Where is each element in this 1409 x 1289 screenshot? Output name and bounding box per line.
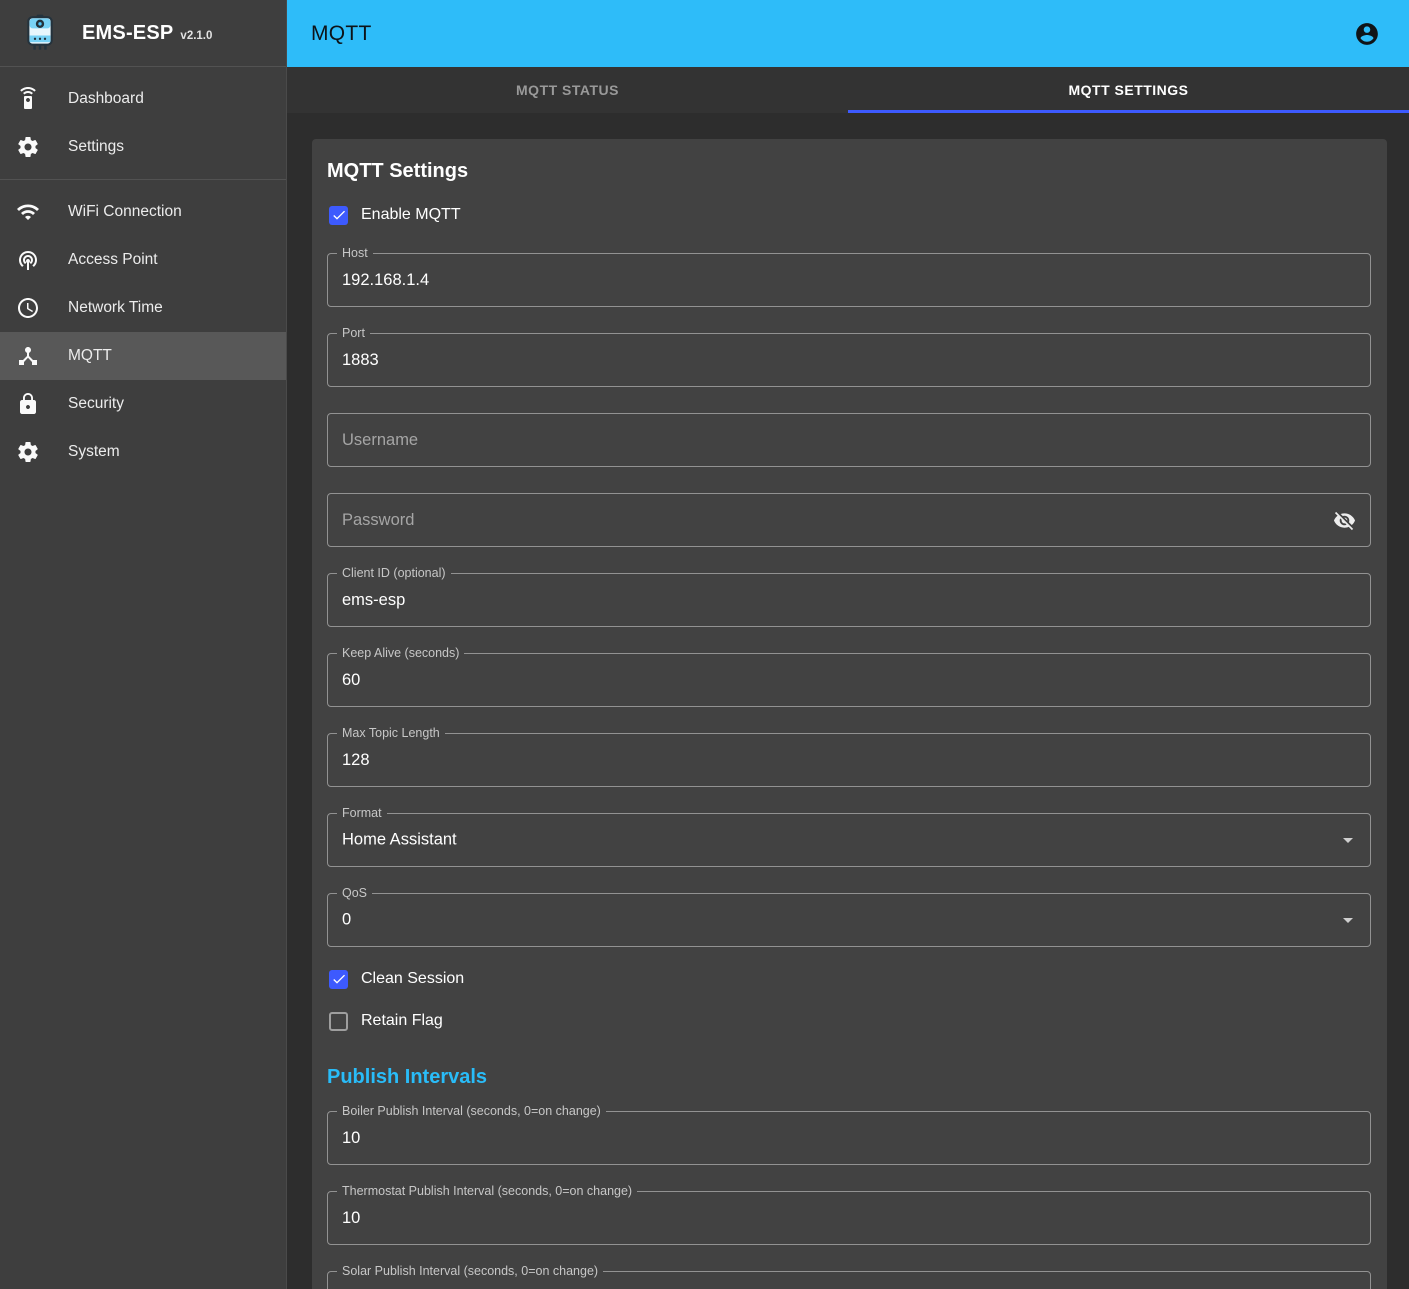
keep-alive-field: Keep Alive (seconds) [327, 653, 1371, 707]
field-label: Host [337, 246, 373, 261]
clock-icon [16, 296, 40, 320]
field-label: Client ID (optional) [337, 566, 451, 581]
account-circle-icon [1354, 21, 1380, 47]
sidebar-item-label: Access Point [68, 251, 158, 269]
brand-name: EMS-ESP [82, 22, 173, 45]
gear-icon [16, 440, 40, 464]
wifi-icon [16, 200, 40, 224]
sidebar-item-label: System [68, 443, 120, 461]
sidebar-header: EMS-ESP v2.1.0 [0, 0, 286, 67]
keep-alive-input[interactable] [328, 654, 1370, 706]
sidebar-item-security[interactable]: Security [0, 380, 286, 428]
qos-select[interactable]: QoS 0 [327, 893, 1371, 947]
sidebar-nav-secondary: WiFi Connection Access Point Network Tim… [0, 180, 286, 484]
qos-selected-value: 0 [342, 911, 351, 930]
field-label: Format [337, 806, 387, 821]
appbar: MQTT [287, 0, 1409, 67]
brand-version: v2.1.0 [180, 30, 212, 42]
wifi-tethering-icon [16, 248, 40, 272]
boiler-publish-interval-input[interactable] [328, 1112, 1370, 1164]
solar-publish-interval-field: Solar Publish Interval (seconds, 0=on ch… [327, 1271, 1371, 1289]
settings-remote-icon [16, 87, 40, 111]
toggle-password-visibility-button[interactable] [1328, 504, 1360, 536]
content-area: MQTT Settings Enable MQTT Host Port [287, 113, 1409, 1289]
chevron-down-icon [1343, 838, 1353, 843]
sidebar-item-label: Network Time [68, 299, 163, 317]
host-field: Host [327, 253, 1371, 307]
sidebar-item-system[interactable]: System [0, 428, 286, 476]
gear-icon [16, 135, 40, 159]
clean-session-checkbox-row[interactable]: Clean Session [327, 967, 1371, 991]
sidebar-item-label: MQTT [68, 347, 112, 365]
sidebar-item-access-point[interactable]: Access Point [0, 236, 286, 284]
max-topic-length-input[interactable] [328, 734, 1370, 786]
port-input[interactable] [328, 334, 1370, 386]
field-label: Max Topic Length [337, 726, 445, 741]
enable-mqtt-checkbox-row[interactable]: Enable MQTT [327, 203, 1371, 227]
tab-bar: MQTT STATUS MQTT SETTINGS [287, 67, 1409, 113]
device-hub-icon [16, 344, 40, 368]
publish-intervals-heading: Publish Intervals [327, 1065, 1371, 1089]
sidebar-nav-primary: Dashboard Settings [0, 67, 286, 179]
checkbox-checked-icon[interactable] [329, 206, 348, 225]
username-field [327, 413, 1371, 467]
page-title: MQTT [311, 22, 372, 46]
sidebar-item-wifi-connection[interactable]: WiFi Connection [0, 188, 286, 236]
sidebar: EMS-ESP v2.1.0 Dashboard Settings [0, 0, 287, 1289]
client-id-field: Client ID (optional) [327, 573, 1371, 627]
sidebar-item-label: Settings [68, 138, 124, 156]
password-input[interactable] [328, 494, 1370, 546]
mqtt-settings-card: MQTT Settings Enable MQTT Host Port [312, 139, 1387, 1289]
checkbox-checked-icon[interactable] [329, 970, 348, 989]
tab-mqtt-status[interactable]: MQTT STATUS [287, 67, 848, 113]
checkbox-unchecked-icon[interactable] [329, 1012, 348, 1031]
format-selected-value: Home Assistant [342, 831, 457, 850]
lock-icon [16, 392, 40, 416]
field-label: Port [337, 326, 370, 341]
checkbox-label: Retain Flag [361, 1012, 443, 1030]
format-select[interactable]: Format Home Assistant [327, 813, 1371, 867]
app-logo-boiler-icon [20, 13, 60, 53]
field-label: Solar Publish Interval (seconds, 0=on ch… [337, 1264, 603, 1279]
sidebar-item-label: Security [68, 395, 124, 413]
sidebar-item-network-time[interactable]: Network Time [0, 284, 286, 332]
brand: EMS-ESP v2.1.0 [82, 22, 212, 45]
sidebar-item-label: WiFi Connection [68, 203, 182, 221]
visibility-off-icon [1333, 509, 1356, 532]
max-topic-length-field: Max Topic Length [327, 733, 1371, 787]
account-button[interactable] [1347, 14, 1387, 54]
password-field [327, 493, 1371, 547]
sidebar-item-settings[interactable]: Settings [0, 123, 286, 171]
main-area: MQTT MQTT STATUS MQTT SETTINGS MQTT Sett… [287, 0, 1409, 1289]
thermostat-publish-interval-field: Thermostat Publish Interval (seconds, 0=… [327, 1191, 1371, 1245]
field-label: QoS [337, 886, 372, 901]
field-label: Thermostat Publish Interval (seconds, 0=… [337, 1184, 637, 1199]
tab-label: MQTT SETTINGS [1068, 82, 1188, 98]
tab-mqtt-settings[interactable]: MQTT SETTINGS [848, 67, 1409, 113]
active-tab-indicator [848, 110, 1409, 113]
field-label: Boiler Publish Interval (seconds, 0=on c… [337, 1104, 606, 1119]
field-label: Keep Alive (seconds) [337, 646, 464, 661]
sidebar-item-dashboard[interactable]: Dashboard [0, 75, 286, 123]
port-field: Port [327, 333, 1371, 387]
card-title: MQTT Settings [327, 159, 1371, 183]
checkbox-label: Enable MQTT [361, 206, 461, 224]
username-input[interactable] [328, 414, 1370, 466]
host-input[interactable] [328, 254, 1370, 306]
boiler-publish-interval-field: Boiler Publish Interval (seconds, 0=on c… [327, 1111, 1371, 1165]
client-id-input[interactable] [328, 574, 1370, 626]
app-root: EMS-ESP v2.1.0 Dashboard Settings [0, 0, 1409, 1289]
tab-label: MQTT STATUS [516, 82, 619, 98]
checkbox-label: Clean Session [361, 970, 464, 988]
thermostat-publish-interval-input[interactable] [328, 1192, 1370, 1244]
sidebar-item-mqtt[interactable]: MQTT [0, 332, 286, 380]
sidebar-item-label: Dashboard [68, 90, 144, 108]
retain-flag-checkbox-row[interactable]: Retain Flag [327, 1009, 1371, 1033]
chevron-down-icon [1343, 918, 1353, 923]
